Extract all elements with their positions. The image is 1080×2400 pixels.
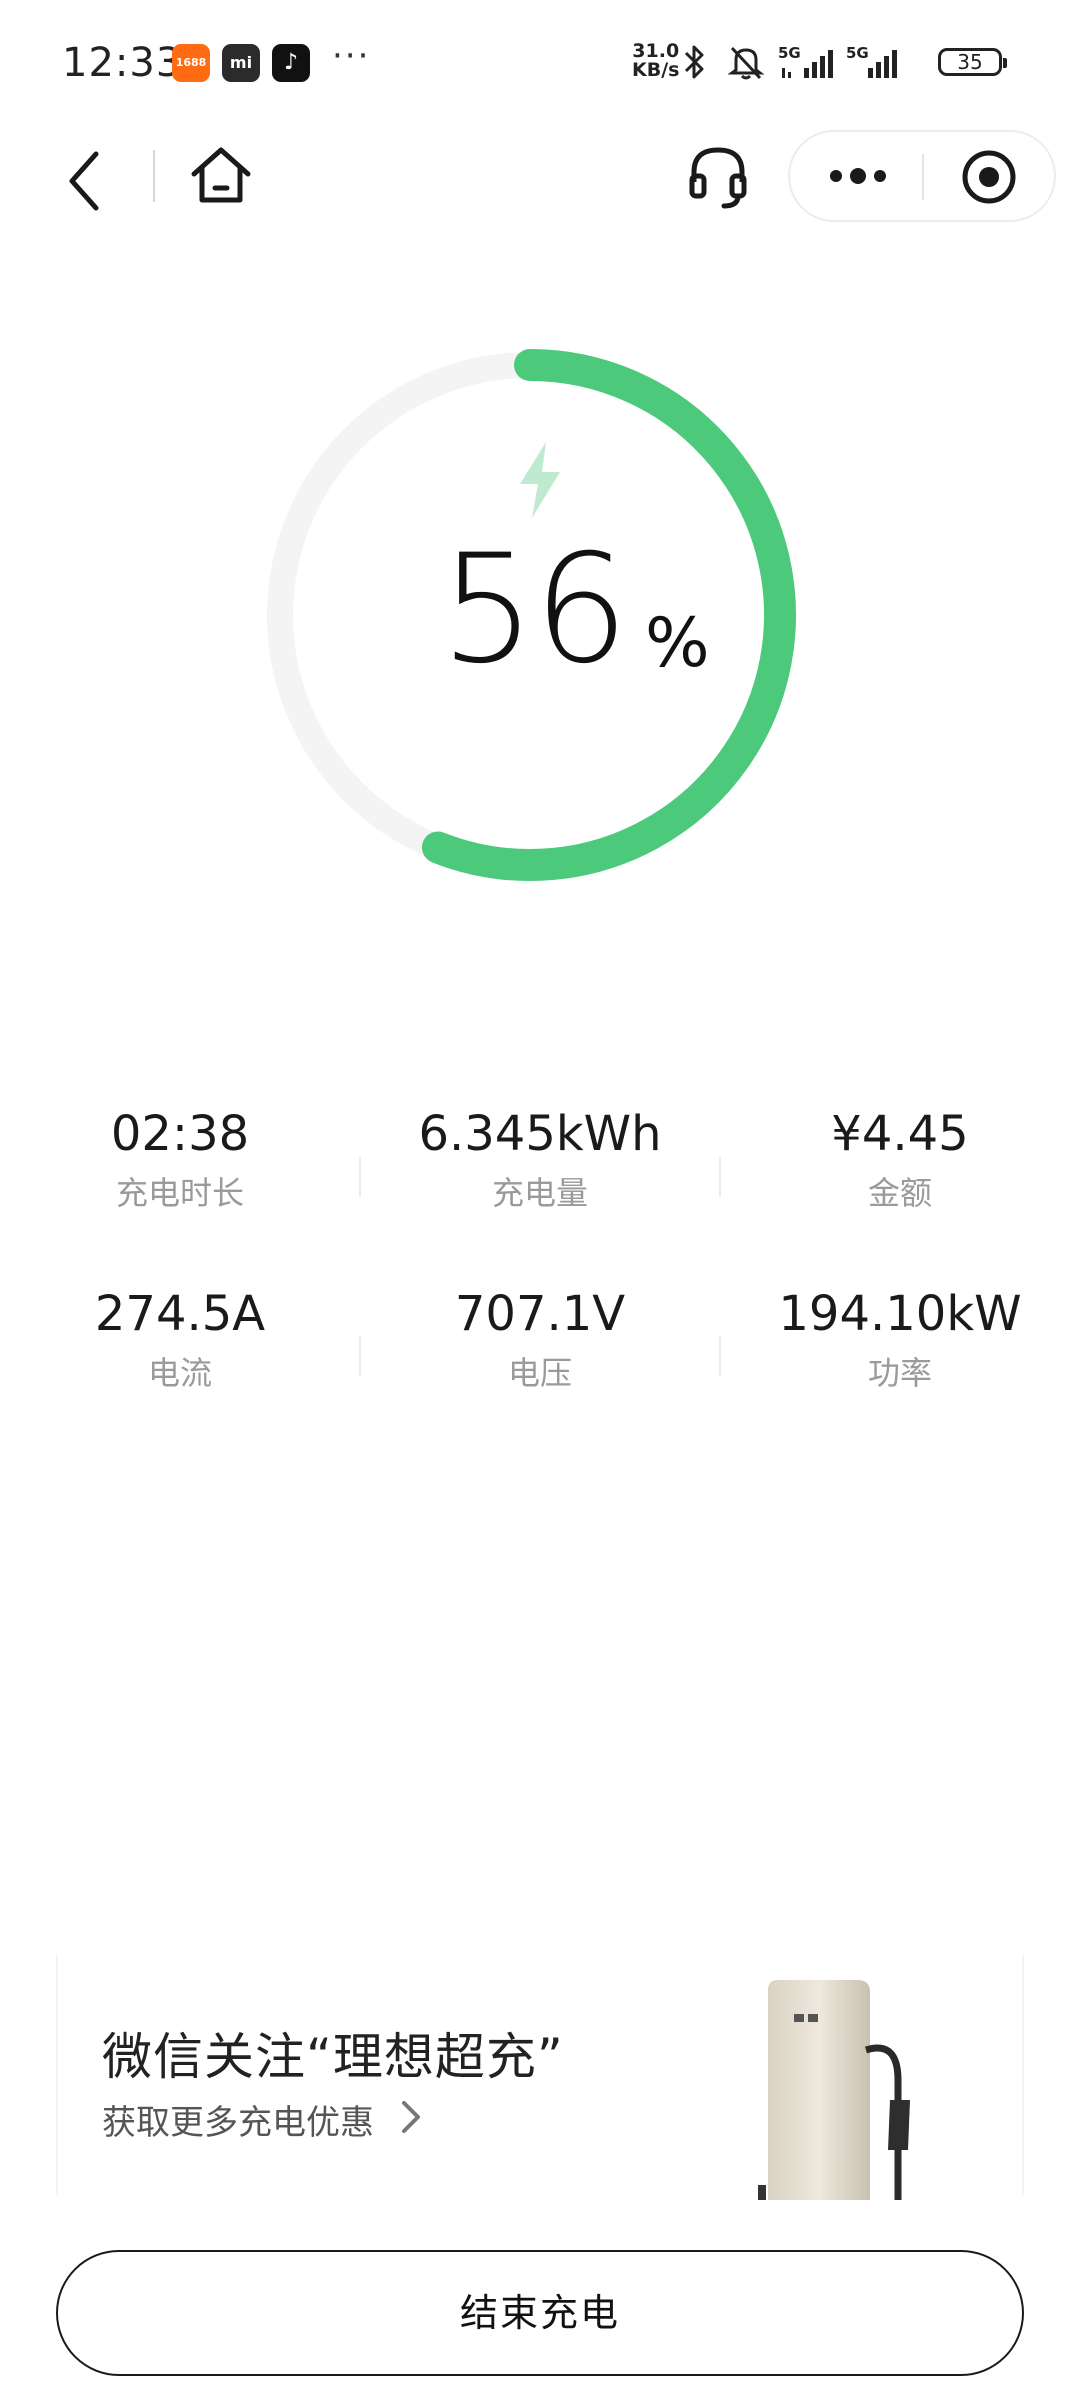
stat-energy: 6.345kWh 充电量 — [360, 1105, 720, 1213]
nav-bar — [0, 120, 1080, 240]
charging-page: 12:33 1688 mi ♪ ··· 31.0 KB/s 5G 5G 35 5… — [0, 0, 1080, 2400]
lightning-bolt-icon — [520, 442, 560, 518]
stat-value: ¥4.45 — [831, 1106, 969, 1162]
stat-duration: 02:38 充电时长 — [0, 1105, 360, 1213]
status-bar: 12:33 1688 mi ♪ ··· 31.0 KB/s 5G 5G 35 — [0, 0, 1080, 130]
stat-label: 充电时长 — [115, 1174, 244, 1212]
net-speed: 31.0 KB/s — [632, 40, 680, 81]
stat-value: 194.10kW — [778, 1286, 1022, 1342]
signal-icon-1 — [782, 50, 833, 78]
more-icon[interactable] — [818, 152, 898, 200]
stats-row-2: 274.5A 电流 707.1V 电压 194.10kW 功率 — [0, 1285, 1080, 1465]
home-icon[interactable] — [188, 142, 254, 208]
chevron-right-icon — [402, 2101, 420, 2133]
target-icon[interactable] — [960, 148, 1018, 206]
stat-value: 274.5A — [94, 1286, 266, 1342]
back-icon[interactable] — [62, 146, 112, 216]
stat-label: 电流 — [147, 1354, 212, 1392]
capsule-divider — [922, 154, 924, 200]
tiktok-app-icon: ♪ — [272, 44, 310, 82]
charge-progress-ring: 56 % — [260, 345, 820, 905]
status-time: 12:33 — [62, 40, 183, 86]
stat-power: 194.10kW 功率 — [720, 1285, 1080, 1393]
headset-icon[interactable] — [686, 142, 750, 212]
stat-label: 金额 — [867, 1174, 932, 1212]
wechat-follow-banner[interactable]: 微信关注“理想超充” 获取更多充电优惠 — [56, 1955, 1024, 2200]
charge-percent-value: 56 — [440, 523, 629, 697]
stat-amount: ¥4.45 金额 — [720, 1105, 1080, 1213]
stat-label: 电压 — [507, 1354, 572, 1392]
stat-value: 02:38 — [110, 1106, 250, 1162]
promo-title: 微信关注“理想超充” — [102, 2028, 564, 2086]
mini-program-capsule — [788, 130, 1056, 222]
mi-app-icon: mi — [222, 44, 260, 82]
charge-percent-sign: % — [645, 604, 710, 683]
charging-stats: 02:38 充电时长 6.345kWh 充电量 ¥4.45 金额 274.5A … — [0, 1105, 1080, 1465]
end-charging-button[interactable]: 结束充电 — [56, 2250, 1024, 2376]
charger-image — [758, 1980, 910, 2200]
stat-value: 6.345kWh — [418, 1106, 662, 1162]
battery-icon: 35 — [938, 48, 1007, 76]
stat-label: 功率 — [867, 1354, 932, 1392]
nav-divider — [153, 150, 155, 202]
bluetooth-icon — [684, 45, 704, 79]
stat-voltage: 707.1V 电压 — [360, 1285, 720, 1393]
mute-bell-icon — [727, 46, 765, 80]
stat-current: 274.5A 电流 — [0, 1285, 360, 1393]
stat-label: 充电量 — [491, 1174, 588, 1212]
promo-subtitle: 获取更多充电优惠 — [102, 2103, 374, 2143]
1688-app-icon: 1688 — [172, 44, 210, 82]
stats-row-1: 02:38 充电时长 6.345kWh 充电量 ¥4.45 金额 — [0, 1105, 1080, 1285]
signal-icon-2 — [868, 50, 897, 78]
stat-value: 707.1V — [454, 1286, 626, 1342]
status-overflow: ··· — [332, 36, 371, 76]
